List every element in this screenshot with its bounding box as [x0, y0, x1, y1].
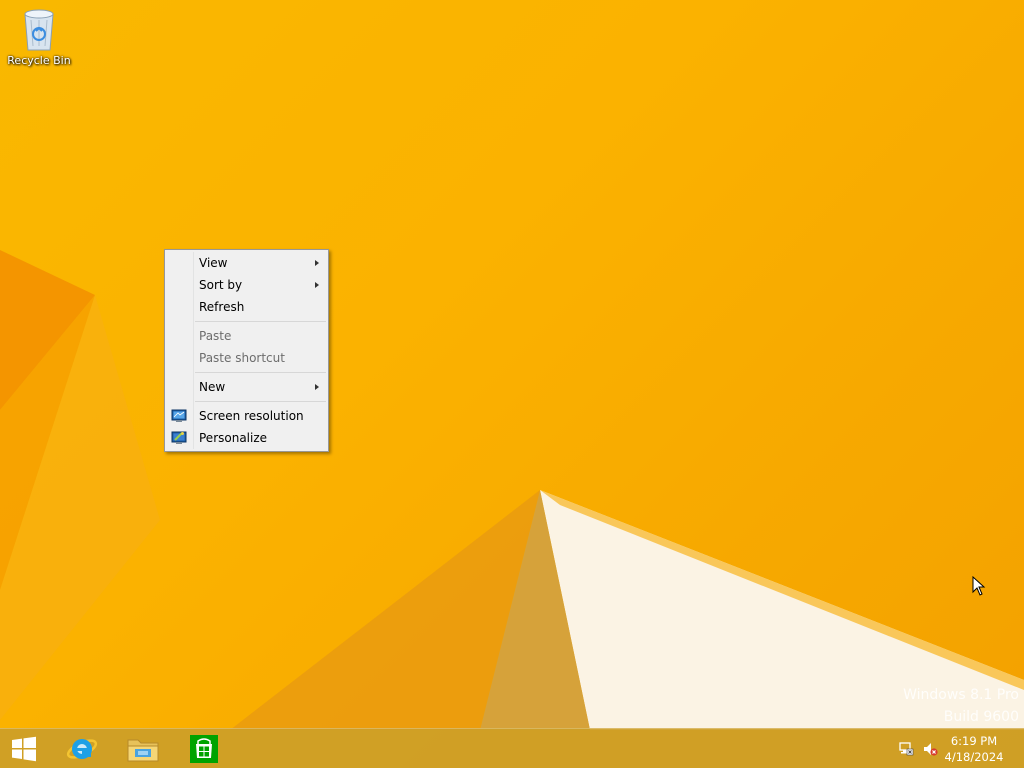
taskbar-windows-store[interactable]	[176, 729, 232, 768]
menu-item-new[interactable]: New	[165, 376, 328, 398]
menu-item-paste[interactable]: Paste	[165, 325, 328, 347]
watermark-edition: Windows 8.1 Pro	[903, 687, 1019, 703]
clock-time: 6:19 PM	[950, 734, 998, 748]
internet-explorer-icon	[66, 739, 98, 759]
taskbar: 6:19 PM 4/18/2024	[0, 728, 1024, 768]
submenu-arrow-icon	[315, 260, 319, 266]
taskbar-internet-explorer[interactable]	[54, 729, 110, 768]
menu-separator	[195, 401, 326, 402]
context-menu: View Sort by Refresh Paste Paste shortcu…	[164, 249, 329, 452]
menu-item-screen-resolution[interactable]: Screen resolution	[165, 405, 328, 427]
taskbar-clock[interactable]: 6:19 PM 4/18/2024	[934, 733, 1014, 765]
menu-item-label: Paste	[199, 329, 232, 343]
menu-item-label: View	[199, 256, 228, 270]
menu-item-paste-shortcut[interactable]: Paste shortcut	[165, 347, 328, 369]
windows-store-icon	[190, 735, 218, 763]
network-icon	[899, 742, 914, 756]
menu-item-label: Screen resolution	[199, 409, 304, 423]
wallpaper-art	[0, 250, 1024, 730]
watermark-build: Build 9600	[943, 709, 1019, 725]
desktop-icon-label: Recycle Bin	[7, 54, 71, 67]
windows-start-icon	[12, 736, 36, 762]
desktop[interactable]: Recycle Bin View Sort by Refresh Paste P…	[0, 0, 1024, 768]
menu-item-label: Paste shortcut	[199, 351, 285, 365]
start-button[interactable]	[0, 729, 48, 768]
clock-date: 4/18/2024	[944, 750, 1004, 764]
tray-network[interactable]	[896, 729, 916, 768]
menu-item-sort-by[interactable]: Sort by	[165, 274, 328, 296]
display-icon	[171, 409, 187, 422]
submenu-arrow-icon	[315, 384, 319, 390]
menu-item-label: New	[199, 380, 226, 394]
taskbar-file-explorer[interactable]	[115, 729, 171, 768]
menu-separator	[195, 321, 326, 322]
menu-item-label: Refresh	[199, 300, 245, 314]
recycle-bin-icon	[24, 9, 54, 51]
desktop-icon-recycle-bin[interactable]: Recycle Bin	[6, 6, 72, 76]
menu-item-label: Sort by	[199, 278, 243, 292]
menu-item-label: Personalize	[199, 431, 268, 445]
os-watermark: Windows 8.1 Pro Build 9600	[903, 684, 1019, 728]
submenu-arrow-icon	[315, 282, 319, 288]
mouse-cursor-icon	[972, 576, 986, 596]
menu-item-personalize[interactable]: Personalize	[165, 427, 328, 449]
menu-item-refresh[interactable]: Refresh	[165, 296, 328, 318]
file-explorer-icon	[127, 739, 159, 762]
menu-separator	[195, 372, 326, 373]
personalize-icon	[171, 431, 187, 444]
menu-item-view[interactable]: View	[165, 252, 328, 274]
